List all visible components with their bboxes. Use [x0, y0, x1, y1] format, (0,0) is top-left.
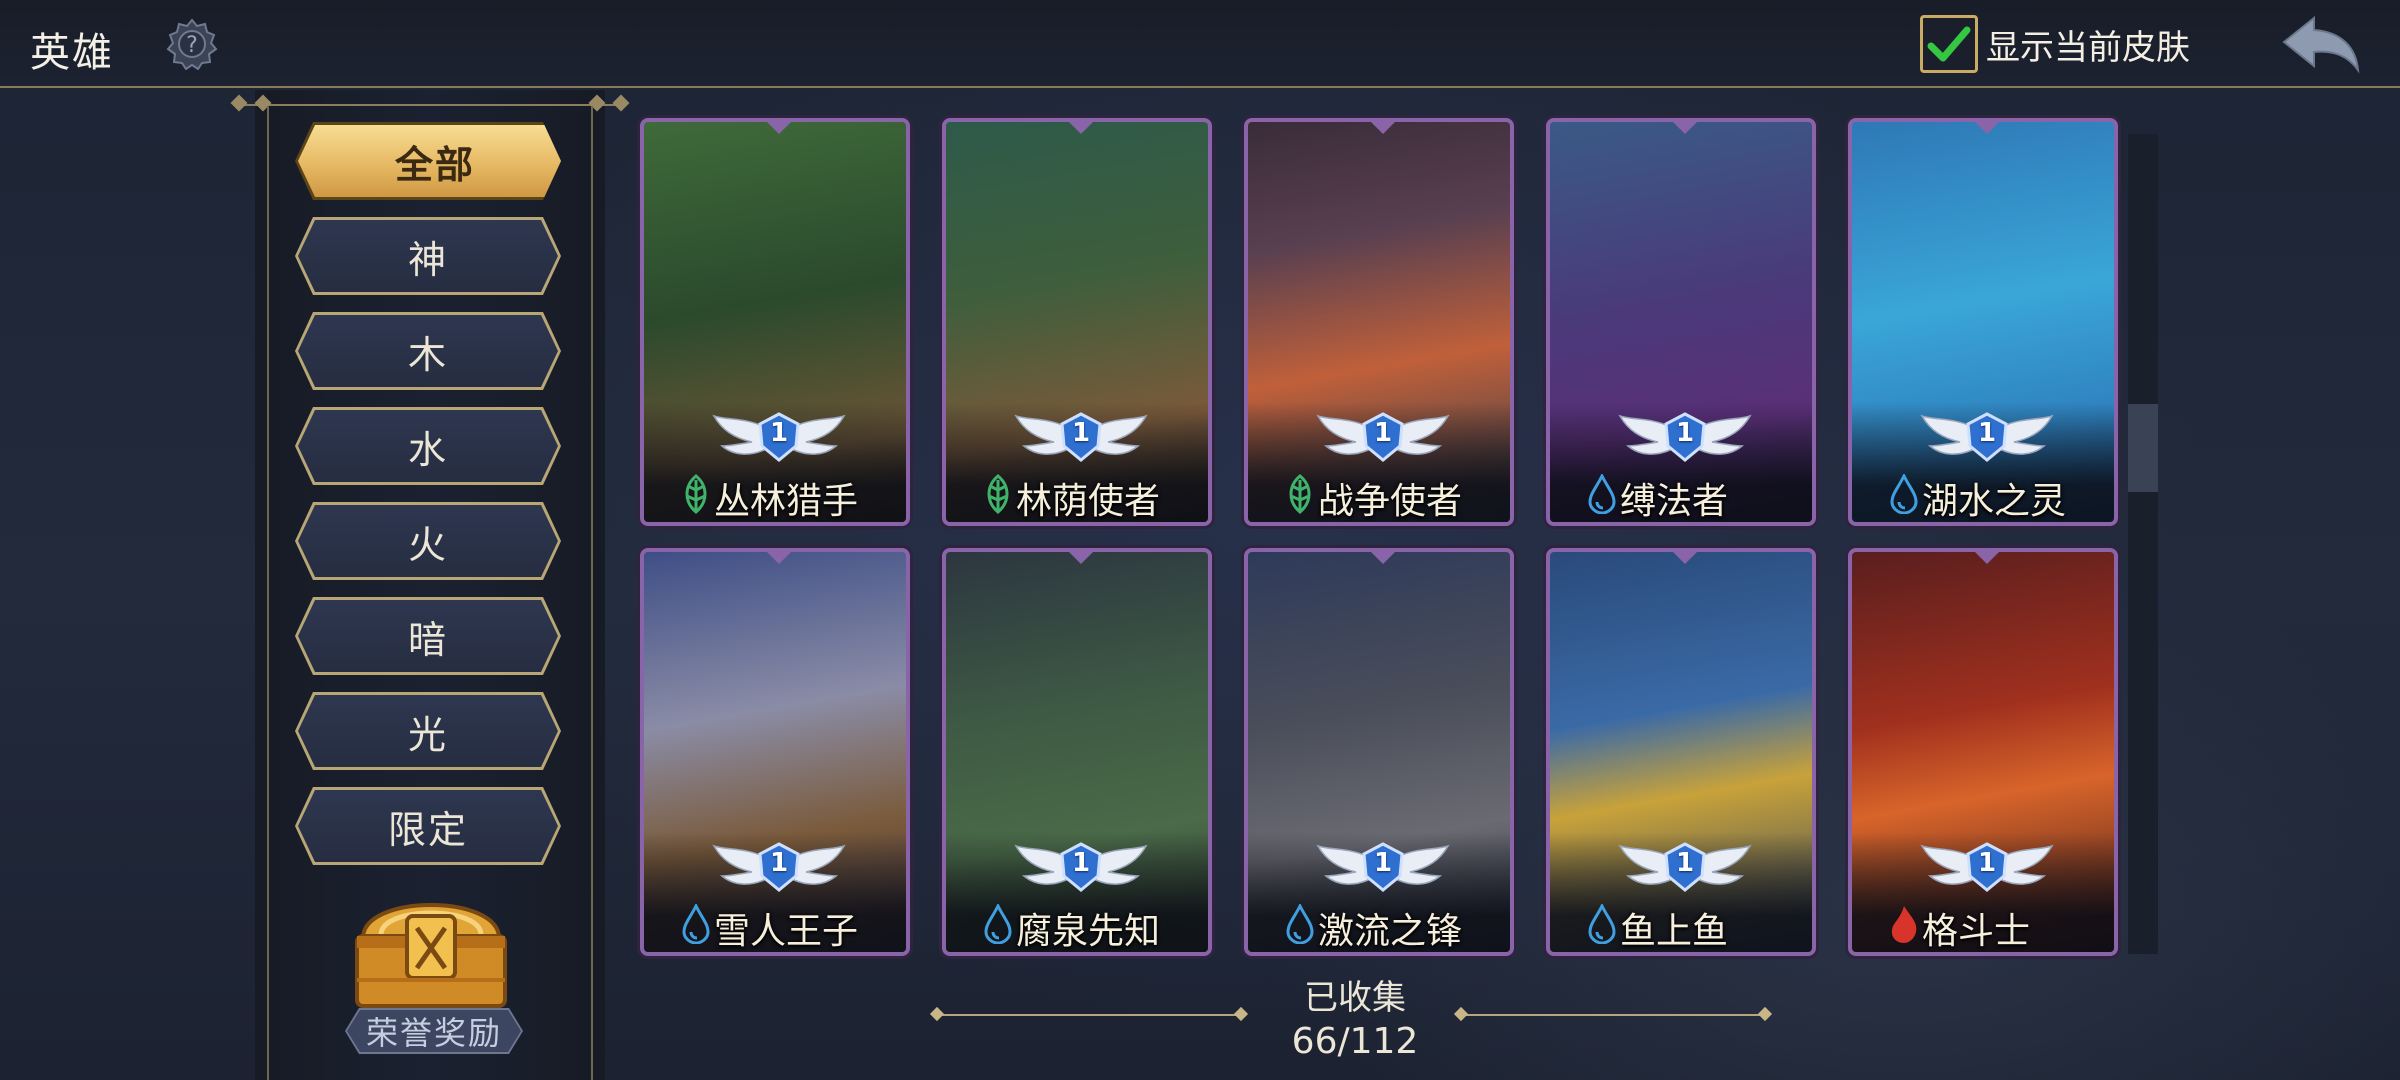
hero-card[interactable]: 1 林荫使者: [942, 118, 1212, 526]
hero-card[interactable]: 1 激流之锋: [1244, 548, 1514, 956]
water-element-icon: [1584, 902, 1620, 945]
filter-limited-button[interactable]: 限定: [295, 787, 561, 865]
rank-wing-badge-icon: 1: [712, 412, 846, 464]
filter-list: 全部 神 木 水 火 暗 光 限定: [295, 122, 575, 882]
filter-label: 限定: [387, 807, 468, 852]
rank-wing-badge-icon: 1: [1316, 842, 1450, 894]
rank-wing-badge-icon: 1: [1316, 412, 1450, 464]
rank-wing-badge-icon: 1: [1618, 842, 1752, 894]
rank-wing-badge-icon: 1: [1920, 412, 2054, 464]
hero-rank: 1: [1373, 418, 1393, 448]
panel-rail: [230, 94, 630, 112]
wood-element-icon: [1282, 474, 1318, 514]
hero-name: 林荫使者: [1016, 481, 1161, 522]
show-skin-label: 显示当前皮肤: [1986, 27, 2190, 68]
hero-rank: 1: [1373, 848, 1393, 878]
rank-wing-badge-icon: 1: [1014, 412, 1148, 464]
rank-wing-badge-icon: 1: [1618, 412, 1752, 464]
treasure-chest-icon: [355, 903, 507, 1008]
honor-reward-text: 荣誉奖励: [365, 1014, 502, 1052]
filter-label: 木: [407, 332, 448, 377]
collection-value: 66/112: [1291, 1021, 1419, 1062]
hero-card[interactable]: 1 格斗士: [1848, 548, 2118, 956]
rank-wing-badge-icon: 1: [712, 842, 846, 894]
filter-all-button[interactable]: 全部: [295, 122, 561, 200]
filter-label: 光: [407, 712, 448, 757]
hero-name: 激流之锋: [1318, 911, 1463, 952]
back-arrow-icon: [2282, 15, 2360, 74]
back-button[interactable]: [2280, 14, 2362, 74]
water-element-icon: [678, 902, 714, 945]
filter-label: 全部: [394, 142, 475, 187]
water-element-icon: [1282, 902, 1318, 945]
filter-wood-button[interactable]: 木: [295, 312, 561, 390]
hero-rank: 1: [769, 848, 789, 878]
hero-name: 鱼上鱼: [1620, 911, 1729, 952]
hero-card[interactable]: 1 丛林猎手: [640, 118, 910, 526]
honor-reward-button[interactable]: 荣誉奖励: [321, 880, 541, 1070]
footer-divider-right: [1453, 1006, 1773, 1022]
hero-rank: 1: [1977, 848, 1997, 878]
show-skin-toggle[interactable]: 显示当前皮肤: [1920, 14, 2190, 74]
collection-label: 已收集: [1304, 978, 1406, 1018]
filter-fire-button[interactable]: 火: [295, 502, 561, 580]
hero-rank: 1: [1071, 418, 1091, 448]
hero-rank: 1: [1675, 848, 1695, 878]
hero-rank: 1: [1071, 848, 1091, 878]
filter-god-button[interactable]: 神: [295, 217, 561, 295]
svg-text:?: ?: [186, 33, 198, 58]
fire-element-icon: [1886, 904, 1922, 944]
hero-grid-scrollbar[interactable]: [2128, 134, 2158, 954]
filter-panel: 全部 神 木 水 火 暗 光 限定 荣誉奖励: [230, 90, 630, 1080]
filter-label: 暗: [407, 617, 448, 662]
filter-label: 神: [407, 237, 448, 282]
checkmark-icon: [1927, 26, 1971, 62]
water-element-icon: [1584, 472, 1620, 515]
page-title: 英雄: [30, 30, 114, 76]
hero-card[interactable]: 1 缚法者: [1546, 118, 1816, 526]
hero-rank: 1: [769, 418, 789, 448]
wood-element-icon: [980, 474, 1016, 514]
hero-card[interactable]: 1 湖水之灵: [1848, 118, 2118, 526]
water-element-icon: [980, 902, 1016, 945]
hero-card[interactable]: 1 雪人王子: [640, 548, 910, 956]
hero-name: 雪人王子: [714, 911, 859, 952]
scrollbar-thumb[interactable]: [2128, 404, 2158, 492]
hero-name: 格斗士: [1922, 911, 2031, 952]
footer-divider-left: [929, 1006, 1249, 1022]
rank-wing-badge-icon: 1: [1920, 842, 2054, 894]
filter-light-button[interactable]: 光: [295, 692, 561, 770]
hero-name: 丛林猎手: [714, 481, 859, 522]
question-gear-icon[interactable]: ?: [166, 18, 218, 71]
hero-name: 湖水之灵: [1922, 481, 2067, 522]
wood-element-icon: [678, 474, 714, 514]
rank-wing-badge-icon: 1: [1014, 842, 1148, 894]
panel-edge-left: [267, 106, 269, 1080]
hero-card[interactable]: 1 鱼上鱼: [1546, 548, 1816, 956]
hero-name: 战争使者: [1318, 481, 1463, 522]
filter-label: 火: [407, 522, 448, 567]
hero-rank: 1: [1675, 418, 1695, 448]
filter-water-button[interactable]: 水: [295, 407, 561, 485]
hero-card[interactable]: 1 战争使者: [1244, 118, 1514, 526]
hero-card[interactable]: 1 腐泉先知: [942, 548, 1212, 956]
filter-dark-button[interactable]: 暗: [295, 597, 561, 675]
water-element-icon: [1886, 472, 1922, 515]
show-skin-checkbox[interactable]: [1920, 15, 1978, 73]
hero-name: 腐泉先知: [1016, 911, 1161, 952]
honor-reward-label: 荣誉奖励: [345, 1008, 523, 1054]
collection-counter: 已收集 66/112: [1240, 976, 1470, 1064]
hero-name: 缚法者: [1620, 481, 1729, 522]
hero-rank: 1: [1977, 418, 1997, 448]
top-bar: 英雄 ? 显示当前皮肤: [0, 0, 2400, 88]
panel-edge-right: [591, 106, 593, 1080]
filter-label: 水: [407, 427, 448, 472]
